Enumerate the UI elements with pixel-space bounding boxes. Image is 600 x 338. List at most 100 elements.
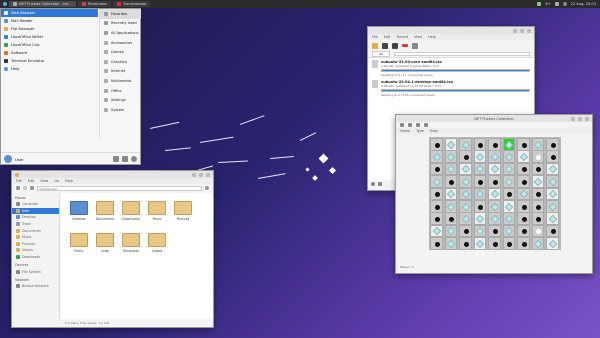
puzzle-cell[interactable] (459, 224, 472, 238)
category-internet[interactable]: Internet (100, 67, 141, 77)
puzzle-cell[interactable] (502, 138, 515, 151)
settings-icon[interactable] (371, 182, 375, 186)
puzzle-cell[interactable] (430, 187, 443, 201)
menu-view[interactable]: View (40, 179, 48, 183)
puzzle-cell[interactable] (517, 237, 530, 250)
puzzle-cell[interactable] (546, 212, 559, 225)
folder-downloads[interactable]: Downloads (119, 201, 143, 221)
minimize-icon[interactable] (192, 172, 196, 177)
puzzle-cell[interactable] (444, 150, 457, 163)
logout-icon[interactable] (131, 156, 137, 162)
puzzle-cell[interactable] (502, 187, 515, 201)
torrent-row[interactable]: xubuntu-22.04.1-desktop-amd64.iso 2.66 G… (372, 80, 530, 97)
menu-edit[interactable]: Edit (28, 179, 35, 183)
puzzle-cell[interactable] (502, 175, 515, 188)
category-favorites[interactable]: Favorites (100, 9, 141, 19)
menu-game[interactable]: Game (400, 129, 410, 133)
puzzle-cell[interactable] (531, 138, 544, 151)
puzzle-cell[interactable] (444, 162, 457, 176)
puzzle-cell[interactable] (459, 212, 472, 225)
menu-help[interactable]: Help (428, 35, 436, 39)
sidebar-item-browse-network[interactable]: Browse Network (12, 283, 59, 290)
puzzle-cell[interactable] (517, 224, 530, 238)
puzzle-cell[interactable] (531, 224, 544, 238)
minimize-icon[interactable] (571, 116, 575, 121)
power-icon[interactable] (562, 2, 567, 6)
puzzle-cell[interactable] (488, 187, 501, 201)
puzzle-cell[interactable] (459, 187, 472, 201)
sidebar-item-documents[interactable]: Documents (12, 227, 59, 234)
pause-icon[interactable] (392, 42, 398, 49)
folder-pictures[interactable]: Pictures (171, 201, 195, 221)
puzzle-cell[interactable] (531, 212, 544, 225)
sidebar-item-downloads[interactable]: Downloads (12, 254, 59, 261)
puzzle-cell[interactable] (531, 237, 544, 250)
category-recent[interactable]: Recently Used (100, 19, 141, 29)
puzzle-cell[interactable] (430, 200, 443, 213)
search-icon[interactable] (205, 186, 209, 190)
folder-videos[interactable]: Videos (145, 233, 169, 253)
titlebar[interactable]: NET Puzzles Collection (396, 115, 592, 122)
puzzle-cell[interactable] (488, 175, 501, 188)
puzzle-cell[interactable] (546, 187, 559, 201)
puzzle-cell[interactable] (531, 200, 544, 213)
menu-item-web-browser[interactable]: Web Browser (1, 9, 98, 17)
sidebar-item-music[interactable]: Music (12, 234, 59, 241)
puzzle-cell[interactable] (531, 175, 544, 188)
puzzle-cell[interactable] (430, 162, 443, 176)
puzzle-cell[interactable] (473, 138, 486, 151)
menu-item-mail-reader[interactable]: Mail Reader (1, 17, 98, 25)
puzzle-cell[interactable] (430, 237, 443, 250)
menu-item-calc[interactable]: LibreOffice Calc (1, 41, 98, 49)
puzzle-cell[interactable] (459, 150, 472, 163)
titlebar[interactable] (12, 171, 213, 178)
category-games[interactable]: Games (100, 47, 141, 57)
close-icon[interactable] (527, 28, 531, 33)
restart-icon[interactable] (408, 123, 412, 127)
folder-snap[interactable]: snap (93, 233, 117, 253)
sidebar-item-trash[interactable]: Trash (12, 221, 59, 228)
puzzle-cell[interactable] (430, 212, 443, 225)
puzzle-cell[interactable] (444, 237, 457, 250)
puzzle-cell[interactable] (473, 150, 486, 163)
puzzle-cell[interactable] (473, 212, 486, 225)
puzzle-cell[interactable] (473, 175, 486, 188)
puzzle-cell[interactable] (546, 138, 559, 151)
folder-desktop[interactable]: Desktop (67, 201, 91, 221)
clock[interactable]: 22 Aug, 20:03 (571, 2, 596, 6)
puzzle-cell[interactable] (517, 212, 530, 225)
puzzle-cell[interactable] (444, 212, 457, 225)
folder-music[interactable]: Music (145, 201, 169, 221)
menu-torrent[interactable]: Torrent (396, 35, 408, 39)
puzzle-cell[interactable] (444, 138, 457, 151)
properties-icon[interactable] (412, 42, 418, 49)
minimize-icon[interactable] (513, 28, 517, 33)
puzzle-cell[interactable] (517, 138, 530, 151)
shield-icon[interactable] (537, 2, 542, 6)
puzzle-cell[interactable] (444, 175, 457, 188)
undo-icon[interactable] (416, 123, 420, 127)
sidebar-item-desktop[interactable]: Desktop (12, 214, 59, 221)
home-icon[interactable] (30, 186, 34, 190)
puzzle-cell[interactable] (517, 175, 530, 188)
puzzle-cell[interactable] (488, 138, 501, 151)
puzzle-cell[interactable] (546, 150, 559, 163)
sidebar-item-computer[interactable]: Computer (12, 201, 59, 208)
menu-item-terminal[interactable]: Terminal Emulator (1, 57, 98, 65)
sidebar-item-videos[interactable]: Videos (12, 247, 59, 254)
folder-documents[interactable]: Documents (93, 201, 117, 221)
puzzle-cell[interactable] (517, 150, 530, 163)
back-icon[interactable] (16, 186, 20, 190)
whisker-menu-icon[interactable] (3, 2, 7, 6)
menu-item-help[interactable]: Help (1, 65, 98, 73)
puzzle-cell[interactable] (517, 187, 530, 201)
category-graphics[interactable]: Graphics (100, 57, 141, 67)
category-office[interactable]: Office (100, 86, 141, 96)
puzzle-cell[interactable] (430, 175, 443, 188)
menu-type[interactable]: Type (416, 129, 424, 133)
puzzle-cell[interactable] (517, 162, 530, 176)
puzzle-cell[interactable] (473, 162, 486, 176)
puzzle-cell[interactable] (531, 150, 544, 163)
puzzle-cell[interactable] (459, 162, 472, 176)
puzzle-cell[interactable] (430, 138, 443, 151)
